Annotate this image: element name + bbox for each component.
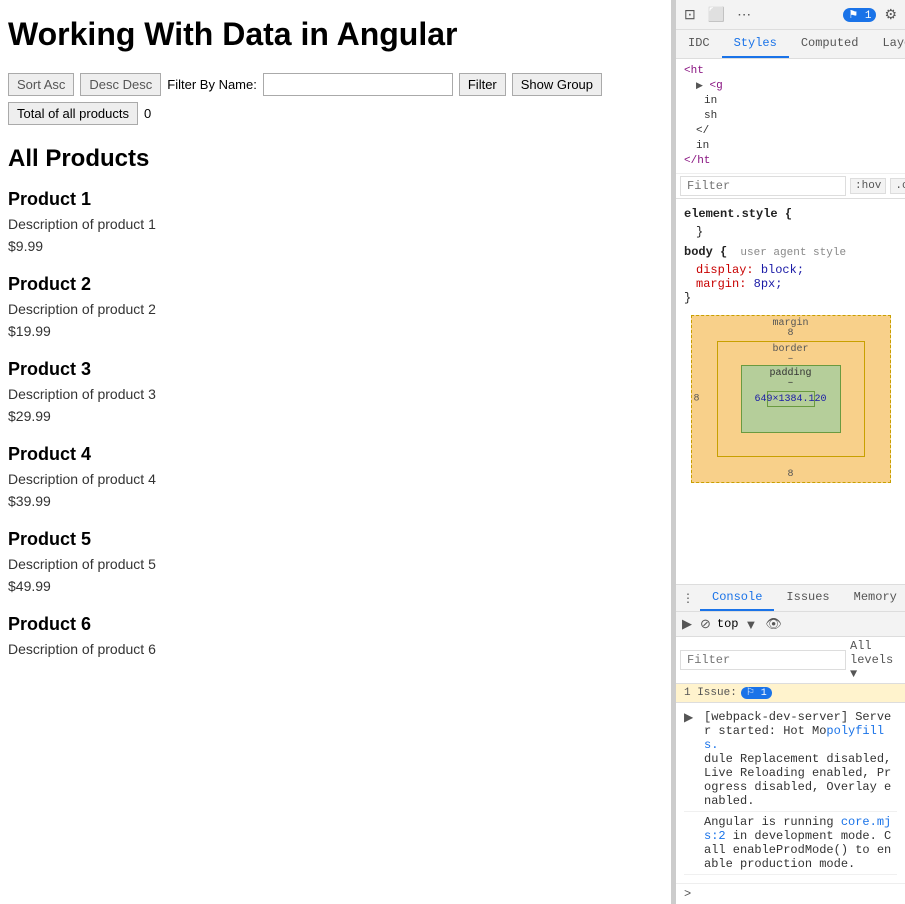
desc-desc-button[interactable]: Desc Desc	[80, 73, 161, 96]
product-price: $29.99	[8, 408, 655, 424]
html-line-2[interactable]: ▶ <g	[694, 79, 899, 93]
issue-bar: 1 Issue: ⚐ 1	[676, 684, 905, 703]
product-description: Description of product 6	[8, 641, 655, 657]
product-name: Product 2	[8, 274, 655, 295]
body-display: display: block;	[696, 263, 897, 277]
console-filter-input[interactable]	[680, 650, 846, 670]
sort-asc-button[interactable]: Sort Asc	[8, 73, 74, 96]
products-list: Product 1Description of product 1$9.99Pr…	[8, 189, 655, 657]
tab-idc[interactable]: IDC	[676, 30, 722, 58]
devtools-panel: ⊡ ⬜ ⋯ ⚑ 1 ⚙ IDC Styles Computed Layout <…	[676, 0, 905, 904]
filter-input[interactable]	[263, 73, 453, 96]
product-name: Product 1	[8, 189, 655, 210]
product-description: Description of product 1	[8, 216, 655, 232]
issue-badge: ⚐ 1	[741, 687, 772, 699]
product-price: $39.99	[8, 493, 655, 509]
tab-computed[interactable]: Computed	[789, 30, 871, 58]
top-context-label: top	[717, 617, 739, 631]
notification-badge: ⚑ 1	[843, 8, 876, 22]
product-name: Product 4	[8, 444, 655, 465]
console-msg-1: ▶ [webpack-dev-server] Server started: H…	[684, 707, 897, 812]
styles-filter-input[interactable]	[680, 176, 846, 196]
console-toolbar: ▶ ⊘ top ▼ 👁	[676, 612, 905, 637]
product-description: Description of product 3	[8, 386, 655, 402]
styles-filter-bar: :hov .cls + ⋮	[676, 174, 905, 199]
element-style-rule: element.style {	[684, 207, 897, 221]
settings-icon-btn[interactable]: ⚙	[880, 4, 901, 25]
polyfills-link[interactable]: polyfills.	[704, 724, 884, 752]
html-line-3[interactable]: in	[702, 94, 899, 108]
filter-label: Filter By Name:	[167, 77, 257, 92]
product-item: Product 2 Description of product 2 $19.99	[8, 274, 655, 339]
styles-section: element.style { } body { user agent styl…	[676, 199, 905, 584]
product-item: Product 1 Description of product 1 $9.99	[8, 189, 655, 254]
html-line-1[interactable]: <ht	[682, 64, 899, 78]
html-line-7[interactable]: </ht	[682, 154, 899, 168]
context-dropdown-btn[interactable]: ▼	[743, 615, 760, 634]
prompt-icon: >	[684, 887, 691, 901]
body-margin: margin: 8px;	[696, 277, 897, 291]
content-dims: 649×1384.120	[755, 394, 827, 405]
pseudo-cls-btn[interactable]: .cls	[890, 178, 905, 194]
total-count: 0	[144, 106, 151, 121]
show-group-button[interactable]: Show Group	[512, 73, 602, 96]
html-line-5[interactable]: </	[694, 124, 899, 138]
tab-styles[interactable]: Styles	[722, 30, 789, 58]
core-mjs-link[interactable]: core.mjs:2	[704, 815, 891, 843]
toolbar: Sort Asc Desc Desc Filter By Name: Filte…	[8, 73, 655, 96]
console-prompt: >	[676, 883, 905, 904]
msg-icon-1: ▶	[684, 710, 700, 725]
total-button[interactable]: Total of all products	[8, 102, 138, 125]
page-title: Working With Data in Angular	[8, 16, 655, 53]
section-title: All Products	[8, 145, 655, 173]
console-section: ⋮ Console Issues Memory ▶ ⊘ top ▼ 👁 All …	[676, 584, 905, 904]
product-description: Description of product 2	[8, 301, 655, 317]
product-price: $19.99	[8, 323, 655, 339]
devtools-tabs: IDC Styles Computed Layout	[676, 30, 905, 59]
app-panel: Working With Data in Angular Sort Asc De…	[0, 0, 672, 904]
console-menu-btn[interactable]: ⋮	[676, 585, 700, 611]
product-name: Product 6	[8, 614, 655, 635]
all-levels-label: All levels ▼	[850, 639, 901, 681]
filter-button[interactable]: Filter	[459, 73, 506, 96]
product-description: Description of product 4	[8, 471, 655, 487]
more-tools-btn[interactable]: ⋯	[733, 4, 755, 25]
product-item: Product 3 Description of product 3 $29.99	[8, 359, 655, 424]
product-name: Product 5	[8, 529, 655, 550]
body-style-rule: body { user agent style	[684, 245, 897, 259]
total-row: Total of all products 0	[8, 102, 655, 125]
tab-memory[interactable]: Memory	[842, 585, 905, 611]
issue-label: 1 Issue:	[684, 687, 737, 699]
tab-issues[interactable]: Issues	[774, 585, 841, 611]
console-prompt-input[interactable]	[695, 887, 897, 901]
inspect-icon-btn[interactable]: ⊡	[680, 4, 700, 25]
tab-layout[interactable]: Layout	[870, 30, 905, 58]
product-item: Product 6 Description of product 6	[8, 614, 655, 657]
msg-text-1: [webpack-dev-server] Server started: Hot…	[704, 710, 897, 808]
box-model-diagram: margin 8 8 8 border – padding – 649×1384…	[691, 315, 891, 483]
console-msg-2: Angular is running core.mjs:2 in develop…	[684, 812, 897, 875]
body-close: }	[684, 291, 897, 305]
pseudo-hov-btn[interactable]: :hov	[850, 178, 886, 194]
device-icon-btn[interactable]: ⬜	[704, 4, 729, 25]
element-style-close: }	[696, 225, 897, 239]
html-tree: <ht ▶ <g in sh </ in </ht	[676, 59, 905, 174]
html-line-4[interactable]: sh	[702, 109, 899, 123]
product-item: Product 5 Description of product 5 $49.99	[8, 529, 655, 594]
product-price: $49.99	[8, 578, 655, 594]
product-item: Product 4 Description of product 4 $39.99	[8, 444, 655, 509]
console-messages: ▶ [webpack-dev-server] Server started: H…	[676, 703, 905, 883]
product-price: $9.99	[8, 238, 655, 254]
console-ban-btn[interactable]: ⊘	[698, 614, 713, 634]
product-description: Description of product 5	[8, 556, 655, 572]
eye-btn[interactable]: 👁	[763, 614, 784, 634]
console-play-btn[interactable]: ▶	[680, 614, 694, 634]
devtools-topbar: ⊡ ⬜ ⋯ ⚑ 1 ⚙	[676, 0, 905, 30]
console-tabs: ⋮ Console Issues Memory	[676, 585, 905, 612]
html-line-6[interactable]: in	[694, 139, 899, 153]
tab-console[interactable]: Console	[700, 585, 774, 611]
console-filter-bar: All levels ▼	[676, 637, 905, 684]
product-name: Product 3	[8, 359, 655, 380]
msg-text-2: Angular is running core.mjs:2 in develop…	[704, 815, 897, 871]
